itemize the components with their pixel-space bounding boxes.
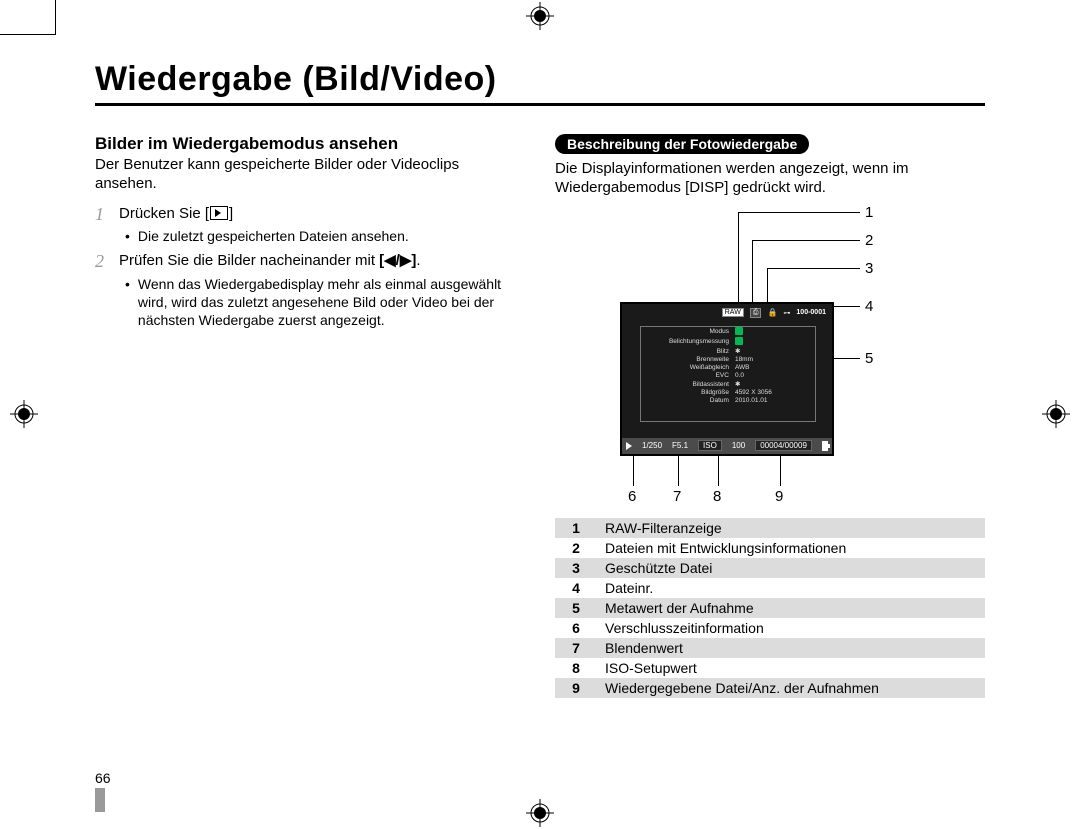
play-triangle-icon bbox=[626, 442, 632, 450]
crop-mark-h bbox=[0, 34, 55, 35]
callout-6: 6 bbox=[628, 488, 636, 505]
legend-row: 5Metawert der Aufnahme bbox=[555, 598, 985, 618]
frame-counter: 00004/00009 bbox=[755, 440, 812, 451]
callout-8: 8 bbox=[713, 488, 721, 505]
battery-icon bbox=[822, 441, 828, 451]
iso-value: 100 bbox=[732, 441, 745, 450]
bottom-status-bar: 1/250 F5.1 ISO 100 00004/00009 bbox=[622, 438, 832, 454]
callout-7: 7 bbox=[673, 488, 681, 505]
legend-row: 2Dateien mit Entwicklungsinformationen bbox=[555, 538, 985, 558]
registration-mark-left bbox=[10, 400, 38, 428]
legend-row: 6Verschlusszeitinformation bbox=[555, 618, 985, 638]
step1-text-prefix: Drücken Sie [ bbox=[119, 205, 209, 222]
page-number-bar bbox=[95, 788, 105, 812]
step1-text-suffix: ] bbox=[229, 205, 233, 222]
legend-table: 1RAW-Filteranzeige2Dateien mit Entwicklu… bbox=[555, 518, 985, 698]
key-icon: ⊶ bbox=[783, 309, 790, 317]
legend-row: 3Geschützte Datei bbox=[555, 558, 985, 578]
registration-mark-right bbox=[1042, 400, 1070, 428]
playback-display-diagram: 1 2 3 4 5 6 7 8 9 bbox=[555, 208, 985, 508]
aperture-value: F5.1 bbox=[672, 441, 688, 450]
step2-text-suffix: . bbox=[416, 252, 420, 269]
legend-row: 7Blendenwert bbox=[555, 638, 985, 658]
iso-label: ISO bbox=[703, 441, 717, 450]
file-number: 100-0001 bbox=[796, 309, 826, 316]
callout-3: 3 bbox=[865, 260, 873, 277]
crop-mark-v bbox=[55, 0, 56, 35]
callout-9: 9 bbox=[775, 488, 783, 505]
callout-4: 4 bbox=[865, 298, 873, 315]
left-right-arrows: [◀/▶] bbox=[379, 252, 416, 269]
step1-bullet: Die zuletzt gespeicherten Dateien ansehe… bbox=[138, 227, 409, 245]
right-intro: Die Displayinformationen werden angezeig… bbox=[555, 160, 985, 198]
legend-row: 4Dateinr. bbox=[555, 578, 985, 598]
step-number-1: 1 bbox=[95, 204, 109, 246]
registration-mark-bottom bbox=[526, 799, 554, 827]
left-intro: Der Benutzer kann gespeicherte Bilder od… bbox=[95, 156, 515, 194]
title-rule bbox=[95, 103, 985, 106]
legend-row: 9Wiedergegebene Datei/Anz. der Aufnahmen bbox=[555, 678, 985, 698]
dev-info-icon: ⎙ bbox=[750, 308, 762, 318]
callout-5: 5 bbox=[865, 350, 873, 367]
page-title: Wiedergabe (Bild/Video) bbox=[95, 60, 985, 103]
step-number-2: 2 bbox=[95, 251, 109, 329]
raw-badge: RAW bbox=[722, 308, 744, 317]
meta-info-box: ModusBelichtungsmessungBlitz✱Brennweite1… bbox=[640, 326, 816, 422]
shutter-value: 1/250 bbox=[642, 441, 662, 450]
playback-button-icon bbox=[210, 206, 228, 220]
callout-2: 2 bbox=[865, 232, 873, 249]
registration-mark-top bbox=[526, 2, 554, 30]
callout-1: 1 bbox=[865, 204, 873, 221]
page-number: 66 bbox=[95, 770, 111, 786]
legend-row: 1RAW-Filteranzeige bbox=[555, 518, 985, 538]
legend-row: 8ISO-Setupwert bbox=[555, 658, 985, 678]
camera-lcd-screen: RAW ⎙ 🔒 ⊶ 100-0001 ModusBelichtungsmessu… bbox=[620, 302, 834, 456]
right-pill-heading: Beschreibung der Fotowiedergabe bbox=[555, 134, 809, 154]
step2-bullet: Wenn das Wiedergabedisplay mehr als einm… bbox=[138, 275, 515, 330]
left-subheading: Bilder im Wiedergabemodus ansehen bbox=[95, 134, 515, 154]
lock-icon: 🔒 bbox=[767, 308, 777, 317]
step2-text-prefix: Prüfen Sie die Bilder nacheinander mit bbox=[119, 252, 379, 269]
